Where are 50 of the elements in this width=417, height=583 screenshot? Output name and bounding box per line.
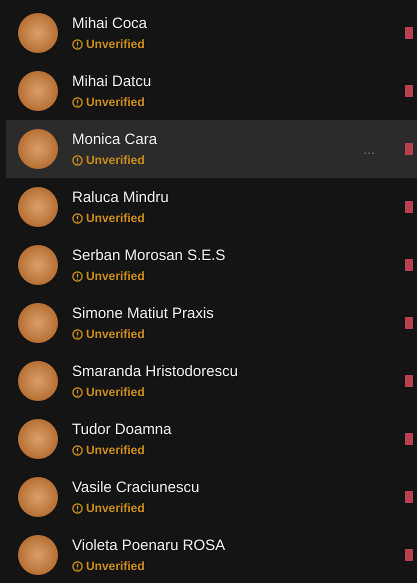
avatar [18,361,58,401]
contact-row[interactable]: Raluca Mindru Unverified [6,178,417,236]
avatar [18,419,58,459]
status-label: Unverified [86,94,145,110]
avatar [18,245,58,285]
contact-row[interactable]: Mihai Datcu Unverified [6,62,417,120]
warning-icon [72,444,83,456]
contact-name: Simone Matiut Praxis [72,304,215,324]
contact-name: Mihai Datcu [72,72,152,92]
avatar [18,187,58,227]
contact-row[interactable]: Simone Matiut Praxis Unverified [6,294,417,352]
contact-name: Tudor Doamna [72,420,172,440]
status-label: Unverified [86,210,145,226]
warning-icon [72,386,83,398]
contact-name: Violeta Poenaru ROSA [72,536,226,556]
contact-row[interactable]: Monica Cara Unverified ... [6,120,417,178]
warning-icon [72,328,83,340]
status-label: Unverified [86,326,145,342]
warning-icon [72,502,83,514]
warning-icon [72,38,83,50]
contact-row[interactable]: Mihai Coca Unverified [6,4,417,62]
warning-icon [72,212,83,224]
contact-name: Mihai Coca [72,14,148,34]
contact-name: Raluca Mindru [72,188,170,208]
contact-name: Serban Morosan S.E.S [72,246,226,266]
contact-name: Vasile Craciunescu [72,478,200,498]
warning-icon [72,96,83,108]
warning-icon [72,270,83,282]
contact-name: Monica Cara [72,130,158,150]
status-label: Unverified [86,558,145,574]
avatar [18,71,58,111]
avatar [18,303,58,343]
warning-icon [72,154,83,166]
contact-row[interactable]: Violeta Poenaru ROSA Unverified [6,526,417,583]
avatar [18,477,58,517]
status-label: Unverified [86,384,145,400]
status-label: Unverified [86,36,145,52]
avatar [18,129,58,169]
warning-icon [72,560,83,572]
contact-row[interactable]: Serban Morosan S.E.S Unverified [6,236,417,294]
contact-row[interactable]: Vasile Craciunescu Unverified [6,468,417,526]
status-label: Unverified [86,152,145,168]
status-label: Unverified [86,442,145,458]
status-label: Unverified [86,500,145,516]
avatar [18,535,58,575]
avatar [18,13,58,53]
status-label: Unverified [86,268,145,284]
contact-name: Smaranda Hristodorescu [72,362,239,382]
contact-row[interactable]: Tudor Doamna Unverified [6,410,417,468]
contact-row[interactable]: Smaranda Hristodorescu Unverified [6,352,417,410]
